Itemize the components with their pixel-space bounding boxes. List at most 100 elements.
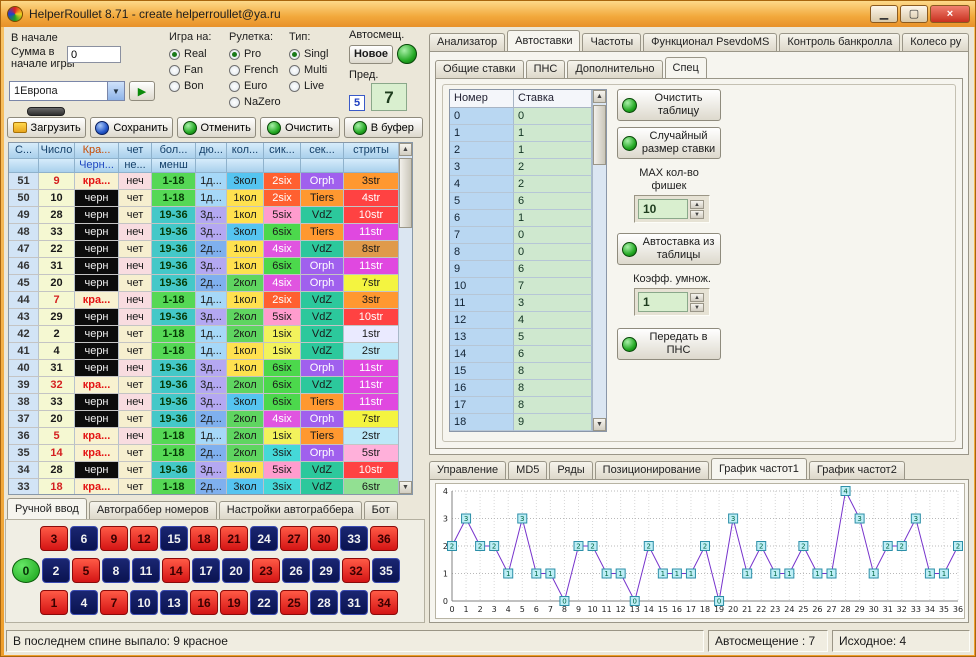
max-chips-stepper[interactable]: 10 ▲ ▼	[634, 195, 710, 223]
start-button[interactable]: ▶	[129, 81, 155, 101]
number-button-17[interactable]: 17	[192, 558, 220, 583]
number-button-25[interactable]: 25	[280, 590, 308, 615]
chart-tab-1[interactable]: MD5	[508, 461, 547, 479]
spin-table-row[interactable]: 447кра...неч1-181д...1кол2sixVdZ3str	[9, 292, 412, 309]
в буфер-button[interactable]: В буфер	[344, 117, 423, 138]
spin-table-row[interactable]: 4631черннеч19-363д...1кол6sixOrph11str	[9, 258, 412, 275]
bet-table-row[interactable]: 135	[450, 329, 606, 346]
minimize-button-icon[interactable]: ▁	[870, 5, 898, 23]
main-tab-4[interactable]: Контроль банкролла	[779, 33, 900, 51]
number-button-7[interactable]: 7	[100, 590, 128, 615]
radio-pro[interactable]: Pro	[229, 46, 281, 62]
number-button-10[interactable]: 10	[130, 590, 158, 615]
bet-table-row[interactable]: 189	[450, 414, 606, 431]
column-header[interactable]: Число	[39, 143, 75, 159]
radio-fan[interactable]: Fan	[169, 62, 221, 78]
stepper-down-icon[interactable]: ▼	[690, 303, 704, 312]
spin-table-row[interactable]: 3318кра...чет1-182д...3кол3sixVdZ6str	[9, 479, 412, 495]
bet-table-row[interactable]: 96	[450, 261, 606, 278]
bet-table-scrollbar[interactable]: ▲ ▼	[592, 90, 606, 431]
main-tab-1[interactable]: Автоставки	[507, 30, 580, 51]
number-button-35[interactable]: 35	[372, 558, 400, 583]
bet-table-row[interactable]: 61	[450, 210, 606, 227]
scroll-up-icon[interactable]: ▲	[399, 143, 412, 156]
close-button-icon[interactable]: ×	[930, 5, 970, 23]
column-header[interactable]: Кра...	[75, 143, 119, 159]
koeff-value[interactable]: 1	[638, 292, 688, 312]
clear-table-button[interactable]: Очистить таблицу	[617, 89, 721, 121]
scroll-thumb[interactable]	[593, 105, 606, 165]
spin-table-row[interactable]: 4031черннеч19-363д...1кол6sixOrph11str	[9, 360, 412, 377]
number-button-27[interactable]: 27	[280, 526, 308, 551]
chart-tab-0[interactable]: Управление	[429, 461, 506, 479]
bet-table[interactable]: Номер Ставка 001121324256617080961071131…	[449, 89, 607, 432]
radio-bon[interactable]: Bon	[169, 78, 221, 94]
scroll-down-icon[interactable]: ▼	[399, 481, 412, 494]
spin-table-row[interactable]: 422чернчет1-181д...2кол1sixVdZ1str	[9, 326, 412, 343]
chart-tab-3[interactable]: Позиционирование	[595, 461, 709, 479]
max-chips-value[interactable]: 10	[638, 199, 688, 219]
spin-table-row[interactable]: 414чернчет1-181д...1кол1sixVdZ2str	[9, 343, 412, 360]
collapse-mini-button[interactable]	[27, 107, 65, 116]
number-button-36[interactable]: 36	[370, 526, 398, 551]
number-button-12[interactable]: 12	[130, 526, 158, 551]
scroll-down-icon[interactable]: ▼	[593, 418, 606, 431]
radio-singl[interactable]: Singl	[289, 46, 341, 62]
main-tab-5[interactable]: Колесо ру	[902, 33, 969, 51]
отменить-button[interactable]: Отменить	[177, 117, 256, 138]
number-button-14[interactable]: 14	[162, 558, 190, 583]
spin-table-row[interactable]: 4722чернчет19-362д...1кол4sixVdZ8str	[9, 241, 412, 258]
spin-table-row[interactable]: 519кра...неч1-181д...3кол2sixOrph3str	[9, 173, 412, 190]
number-button-5[interactable]: 5	[72, 558, 100, 583]
number-button-11[interactable]: 11	[132, 558, 160, 583]
input-tab-3[interactable]: Бот	[364, 501, 398, 519]
radio-nazero[interactable]: NaZero	[229, 94, 281, 110]
number-button-28[interactable]: 28	[310, 590, 338, 615]
spin-table-row[interactable]: 3514кра...чет1-182д...2кол3sixOrph5str	[9, 445, 412, 462]
number-button-9[interactable]: 9	[100, 526, 128, 551]
column-header[interactable]: кол...	[227, 143, 264, 159]
spin-table-row[interactable]: 365кра...неч1-181д...2кол1sixTiers2str	[9, 428, 412, 445]
stepper-up-icon[interactable]: ▲	[690, 293, 704, 302]
column-header[interactable]: сик...	[264, 143, 301, 159]
bet-table-row[interactable]: 113	[450, 295, 606, 312]
сохранить-button[interactable]: Сохранить	[90, 117, 173, 138]
radio-multi[interactable]: Multi	[289, 62, 341, 78]
input-tab-2[interactable]: Настройки автограббера	[219, 501, 362, 519]
scroll-thumb[interactable]	[399, 158, 412, 228]
start-sum-input[interactable]	[67, 46, 121, 63]
column-header[interactable]: стриты	[344, 143, 399, 159]
radio-real[interactable]: Real	[169, 46, 221, 62]
очистить-button[interactable]: Очистить	[260, 117, 339, 138]
bet-table-row[interactable]: 168	[450, 380, 606, 397]
transfer-to-pns-button[interactable]: Передать в ПНС	[617, 328, 721, 360]
main-tab-2[interactable]: Частоты	[582, 33, 641, 51]
maximize-button-icon[interactable]: ▢	[900, 5, 928, 23]
bet-table-row[interactable]: 56	[450, 193, 606, 210]
number-button-33[interactable]: 33	[340, 526, 368, 551]
загрузить-button[interactable]: Загрузить	[7, 117, 86, 138]
subtab-0[interactable]: Общие ставки	[435, 60, 524, 78]
number-button-23[interactable]: 23	[252, 558, 280, 583]
number-button-31[interactable]: 31	[340, 590, 368, 615]
number-button-4[interactable]: 4	[70, 590, 98, 615]
bet-table-row[interactable]: 42	[450, 176, 606, 193]
radio-euro[interactable]: Euro	[229, 78, 281, 94]
spin-table-row[interactable]: 3428чернчет19-363д...1кол5sixVdZ10str	[9, 462, 412, 479]
number-button-15[interactable]: 15	[160, 526, 188, 551]
autoshift-new-button[interactable]: Новое	[349, 45, 393, 64]
number-button-0[interactable]: 0	[12, 558, 40, 583]
number-button-26[interactable]: 26	[282, 558, 310, 583]
main-tab-3[interactable]: Функционал PsevdoMS	[643, 33, 777, 51]
number-button-32[interactable]: 32	[342, 558, 370, 583]
spin-table-row[interactable]: 3720чернчет19-362д...2кол4sixOrph7str	[9, 411, 412, 428]
number-button-6[interactable]: 6	[70, 526, 98, 551]
spin-table-row[interactable]: 3932кра...чет19-363д...2кол6sixVdZ11str	[9, 377, 412, 394]
input-tab-1[interactable]: Автограббер номеров	[89, 501, 217, 519]
number-button-13[interactable]: 13	[160, 590, 188, 615]
bet-table-row[interactable]: 21	[450, 142, 606, 159]
number-button-3[interactable]: 3	[40, 526, 68, 551]
koeff-stepper[interactable]: 1 ▲ ▼	[634, 288, 710, 316]
column-header[interactable]: С...	[9, 143, 39, 159]
number-button-16[interactable]: 16	[190, 590, 218, 615]
